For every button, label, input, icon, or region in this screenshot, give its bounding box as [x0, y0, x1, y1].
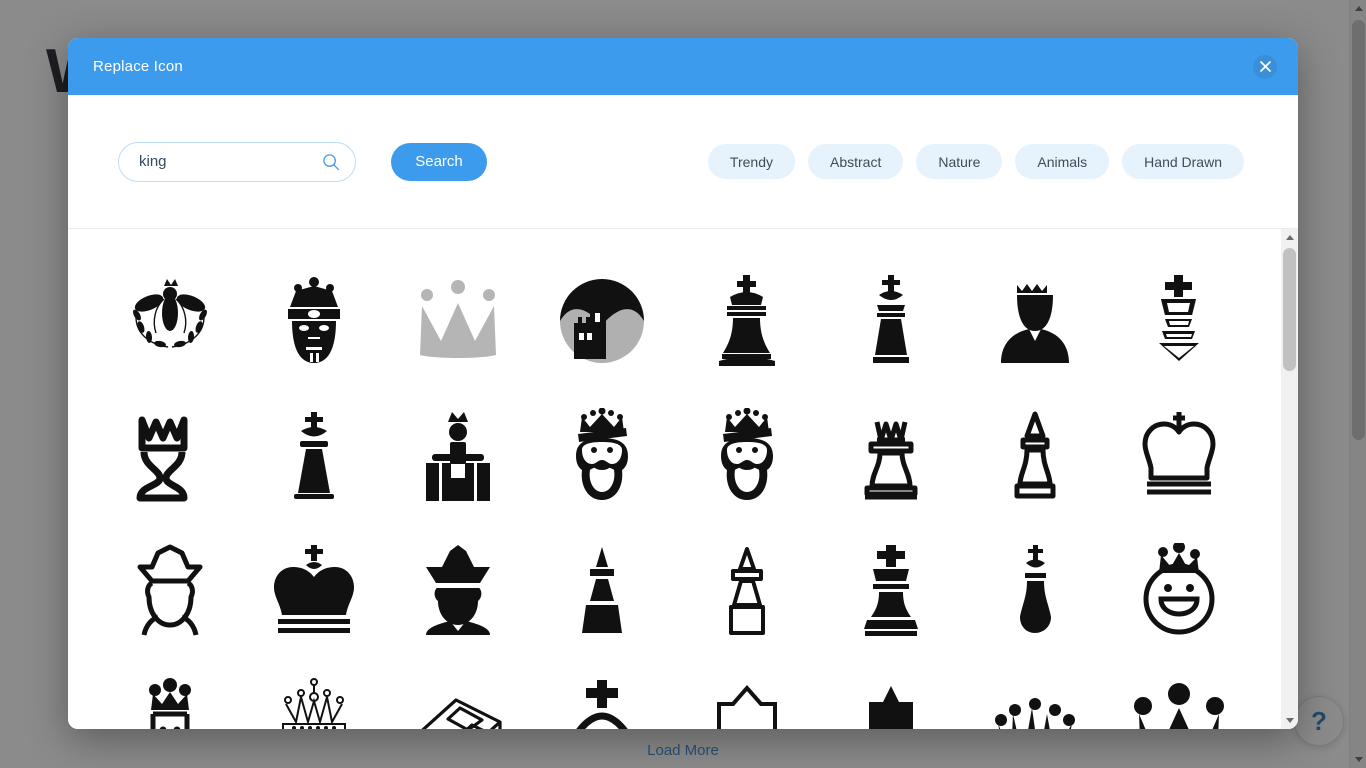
crown-outline-cup-icon[interactable] [98, 388, 242, 523]
castle-in-circle-icon[interactable] [530, 253, 674, 388]
arch-with-cross-icon[interactable] [530, 658, 674, 729]
search-button[interactable]: Search [391, 142, 487, 181]
king-head-solid-icon[interactable] [386, 523, 530, 658]
search-and-filter-bar: Search Trendy Abstract Nature Animals Ha… [68, 95, 1298, 229]
icon-results-grid [68, 229, 1281, 729]
crowned-person-avatar-icon[interactable] [963, 253, 1107, 388]
chess-king-slim-icon[interactable] [819, 253, 963, 388]
replace-icon-modal: Replace Icon Search Trendy Abstract Natu… [68, 38, 1298, 729]
search-icon[interactable] [322, 153, 340, 171]
caret-down-icon[interactable] [1281, 712, 1298, 729]
bee-with-crown-and-laurel-icon[interactable] [98, 253, 242, 388]
bearded-king-face-alt-icon[interactable] [675, 388, 819, 523]
chess-king-block-icon[interactable] [819, 523, 963, 658]
chess-king-thin-icon[interactable] [963, 523, 1107, 658]
king-mask-face-icon[interactable] [242, 253, 386, 388]
modal-title: Replace Icon [93, 58, 183, 75]
king-size-bed-icon[interactable] [386, 658, 530, 729]
icon-results-area [68, 229, 1298, 729]
caret-up-icon[interactable] [1281, 229, 1298, 246]
results-scroll-thumb[interactable] [1283, 248, 1296, 371]
close-icon[interactable] [1253, 54, 1277, 79]
little-king-face-icon[interactable] [98, 658, 242, 729]
detailed-royal-crown-icon[interactable] [242, 658, 386, 729]
tag-filter-list: Trendy Abstract Nature Animals Hand Draw… [707, 144, 1244, 179]
chess-queen-outline-icon[interactable] [819, 388, 963, 523]
tag-nature[interactable]: Nature [916, 144, 1003, 179]
chess-king-outline-icon[interactable] [963, 388, 1107, 523]
king-head-outline-icon[interactable] [98, 523, 242, 658]
crown-spiky-small-icon[interactable] [963, 658, 1107, 729]
tag-hand-drawn[interactable]: Hand Drawn [1122, 144, 1244, 179]
pentagon-banner-solid-icon[interactable] [819, 658, 963, 729]
modal-header: Replace Icon [68, 38, 1298, 95]
bearded-king-face-icon[interactable] [530, 388, 674, 523]
chess-king-ornate-icon[interactable] [1107, 253, 1251, 388]
crown-solid-lined-icon[interactable] [242, 523, 386, 658]
smiling-king-emoji-icon[interactable] [1107, 523, 1251, 658]
crown-three-point-icon[interactable] [386, 253, 530, 388]
chess-pawn-king-outline-icon[interactable] [675, 523, 819, 658]
chess-pawn-king-solid-icon[interactable] [530, 523, 674, 658]
chess-king-tall-icon[interactable] [242, 388, 386, 523]
tag-animals[interactable]: Animals [1015, 144, 1110, 179]
crown-outline-lined-icon[interactable] [1107, 388, 1251, 523]
crown-ball-tipped-icon[interactable] [1107, 658, 1251, 729]
tag-trendy[interactable]: Trendy [707, 144, 795, 179]
chess-king-solid-icon[interactable] [675, 253, 819, 388]
gable-shape-outline-icon[interactable] [675, 658, 819, 729]
search-input[interactable] [118, 141, 356, 182]
tag-abstract[interactable]: Abstract [807, 144, 904, 179]
king-on-throne-icon[interactable] [386, 388, 530, 523]
search-field-wrapper [118, 141, 356, 182]
results-scrollbar[interactable] [1281, 229, 1298, 729]
